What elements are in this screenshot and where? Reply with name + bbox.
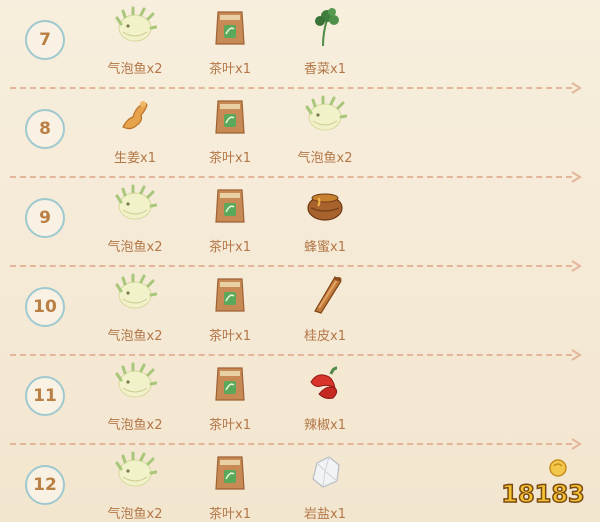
coriander-icon <box>315 8 339 47</box>
recipe-number-badge: 11 <box>25 376 65 416</box>
ingredient-label: 茶叶x1 <box>209 151 251 166</box>
recipe-row: 9 气泡鱼x2 茶叶x1 蜂蜜x1 <box>0 178 600 272</box>
ingredient-cinnamon: 桂皮x1 <box>285 271 365 344</box>
ingredient-label: 茶叶x1 <box>209 62 251 77</box>
ingredient-coriander: 香菜x1 <box>285 4 365 77</box>
recipe-row: 8 生姜x1 茶叶x1 气泡鱼x2 <box>0 89 600 183</box>
ingredient-tea: 茶叶x1 <box>190 182 270 255</box>
tea-bag-icon <box>215 278 245 312</box>
logo-text: 18183 <box>501 480 585 508</box>
ingredient-label: 茶叶x1 <box>209 418 251 433</box>
ingredient-tea: 茶叶x1 <box>190 449 270 522</box>
ingredient-chili: 辣椒x1 <box>285 360 365 433</box>
pufferfish-icon <box>115 451 158 487</box>
ingredient-label: 气泡鱼x2 <box>107 418 163 433</box>
ingredient-label: 香菜x1 <box>304 62 346 77</box>
ingredient-tea: 茶叶x1 <box>190 93 270 166</box>
site-logo: 18183 <box>498 454 588 514</box>
pufferfish-icon <box>115 273 158 309</box>
recipe-list: 7 气泡鱼x2 茶叶x1 香菜x1 8 生姜x1 茶叶x1 气泡鱼x2 9 气泡… <box>0 0 600 522</box>
recipe-number-badge: 12 <box>25 465 65 505</box>
recipe-row: 7 气泡鱼x2 茶叶x1 香菜x1 <box>0 0 600 94</box>
ingredient-label: 岩盐x1 <box>304 507 346 522</box>
tea-bag-icon <box>215 456 245 490</box>
ingredient-tea: 茶叶x1 <box>190 360 270 433</box>
ingredient-pufferfish: 气泡鱼x2 <box>95 4 175 77</box>
ingredient-label: 气泡鱼x2 <box>297 151 353 166</box>
pufferfish-icon <box>115 6 158 42</box>
ingredient-pufferfish: 气泡鱼x2 <box>95 182 175 255</box>
tea-bag-icon <box>215 11 245 45</box>
ginger-icon <box>122 101 148 130</box>
ingredient-tea: 茶叶x1 <box>190 271 270 344</box>
ingredient-label: 气泡鱼x2 <box>107 507 163 522</box>
ingredient-label: 气泡鱼x2 <box>107 62 163 77</box>
tea-bag-icon <box>215 189 245 223</box>
tea-bag-icon <box>215 367 245 401</box>
honey-pot-icon <box>307 193 343 221</box>
recipe-row: 11 气泡鱼x2 茶叶x1 辣椒x1 <box>0 356 600 450</box>
recipe-number-badge: 10 <box>25 287 65 327</box>
pufferfish-icon <box>115 184 158 220</box>
tea-bag-icon <box>215 100 245 134</box>
ingredient-label: 辣椒x1 <box>304 418 346 433</box>
ingredient-label: 生姜x1 <box>114 151 156 166</box>
ingredient-rock-salt: 岩盐x1 <box>285 449 365 522</box>
ingredient-label: 桂皮x1 <box>304 329 346 344</box>
ingredient-label: 气泡鱼x2 <box>107 240 163 255</box>
ingredient-honey: 蜂蜜x1 <box>285 182 365 255</box>
recipe-number-badge: 8 <box>25 109 65 149</box>
ingredient-label: 茶叶x1 <box>209 329 251 344</box>
pufferfish-icon <box>115 362 158 398</box>
recipe-number-badge: 9 <box>25 198 65 238</box>
ingredient-pufferfish: 气泡鱼x2 <box>95 449 175 522</box>
chili-pepper-icon <box>310 366 338 399</box>
ingredient-pufferfish: 气泡鱼x2 <box>285 93 365 166</box>
ingredient-label: 茶叶x1 <box>209 240 251 255</box>
ingredient-pufferfish: 气泡鱼x2 <box>95 360 175 433</box>
ingredient-label: 气泡鱼x2 <box>107 329 163 344</box>
ingredient-label: 茶叶x1 <box>209 507 251 522</box>
pufferfish-icon <box>305 95 348 131</box>
ingredient-tea: 茶叶x1 <box>190 4 270 77</box>
rock-salt-icon <box>312 456 340 488</box>
18183-logo-icon: 18183 <box>501 459 586 509</box>
recipe-row: 10 气泡鱼x2 茶叶x1 桂皮x1 <box>0 267 600 361</box>
cinnamon-icon <box>314 276 342 314</box>
ingredient-pufferfish: 气泡鱼x2 <box>95 271 175 344</box>
ingredient-label: 蜂蜜x1 <box>304 240 346 255</box>
ingredient-ginger: 生姜x1 <box>95 93 175 166</box>
recipe-number-badge: 7 <box>25 20 65 60</box>
